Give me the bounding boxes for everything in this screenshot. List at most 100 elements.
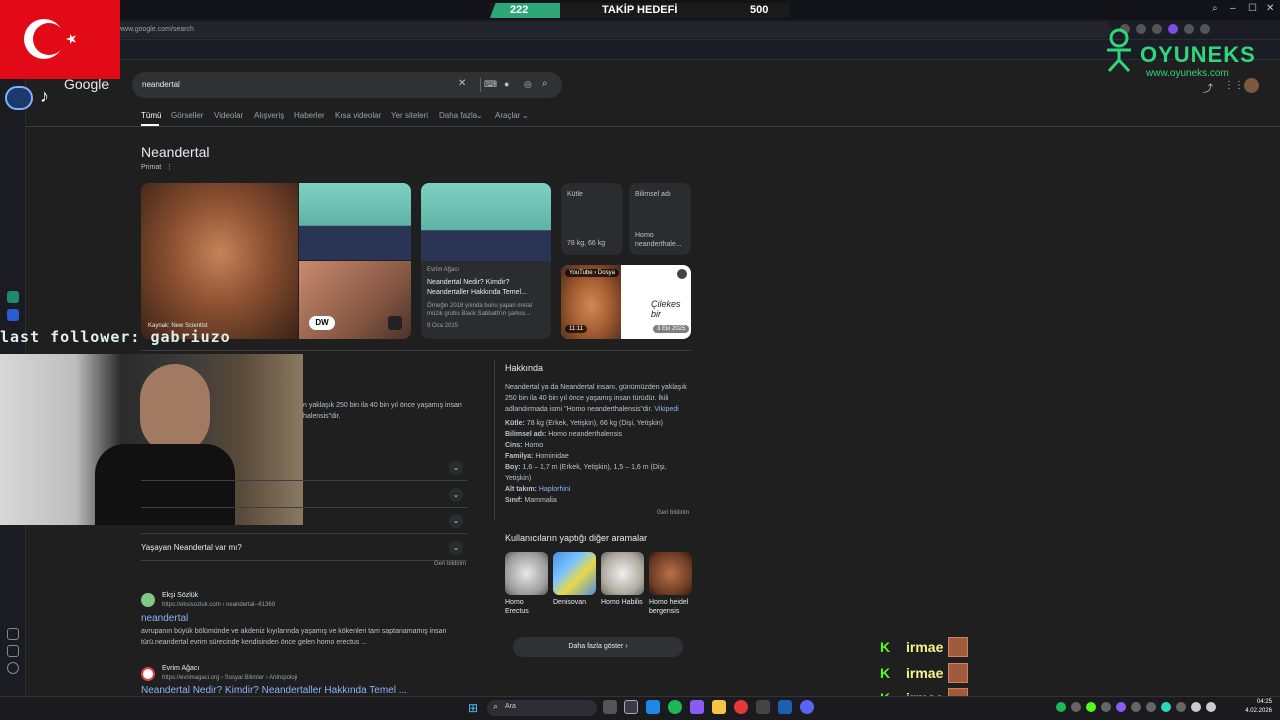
related-thumb-homo-habilis[interactable] xyxy=(601,552,644,595)
app-icon[interactable] xyxy=(756,700,770,714)
google-logo[interactable]: Google xyxy=(64,76,109,92)
tray-icon[interactable] xyxy=(1056,702,1066,712)
media-icon xyxy=(388,316,402,330)
tray-icon[interactable] xyxy=(1101,702,1111,712)
avatar[interactable] xyxy=(1244,78,1259,93)
opera-icon[interactable] xyxy=(734,700,748,714)
minimize-icon[interactable]: – xyxy=(1230,3,1236,14)
search-input[interactable]: neandertal xyxy=(142,80,180,89)
discord-icon[interactable] xyxy=(800,700,814,714)
lens-icon[interactable]: ◎ xyxy=(524,79,532,90)
related-thumb-denisovan[interactable] xyxy=(553,552,596,595)
faq-item[interactable]: ⌄ xyxy=(141,482,467,508)
faq-item[interactable]: ⌄ xyxy=(141,455,467,481)
related-label[interactable]: Homo Habilis xyxy=(601,598,647,607)
wikipedia-link[interactable]: Vikipedi xyxy=(654,406,678,413)
related-thumb-homo-erectus[interactable] xyxy=(505,552,548,595)
heart-icon[interactable] xyxy=(7,628,19,640)
tray-icon[interactable] xyxy=(1161,702,1171,712)
task-view-icon[interactable] xyxy=(603,700,617,714)
neanderthal-face-image[interactable] xyxy=(141,183,298,339)
chevron-down-icon[interactable]: ⌄ xyxy=(449,488,463,502)
maximize-icon[interactable]: ☐ xyxy=(1248,3,1257,14)
tab-more[interactable]: Daha fazla xyxy=(439,111,477,120)
fact-card-mass[interactable]: Kütle 78 kg, 66 kg xyxy=(561,183,623,255)
extension-icon[interactable] xyxy=(1200,24,1210,34)
tray-icon[interactable] xyxy=(1131,702,1141,712)
tab-images[interactable]: Görseller xyxy=(171,111,203,120)
feedback-link[interactable]: Geri bildirim xyxy=(657,510,689,516)
chevron-down-icon[interactable]: ⌄ xyxy=(449,461,463,475)
related-thumb-homo-heidelbergensis[interactable] xyxy=(649,552,692,595)
apps-icon[interactable]: ⋮⋮ xyxy=(1224,80,1244,91)
extension-icon[interactable] xyxy=(1136,24,1146,34)
result-title[interactable]: Neandertal Nedir? Kimdir? Neandertaller … xyxy=(141,685,407,696)
store-icon[interactable] xyxy=(646,700,660,714)
browser-taskbar-icon[interactable] xyxy=(624,700,638,714)
tab-shopping[interactable]: Alışveriş xyxy=(254,111,284,120)
microphone-icon[interactable]: ● xyxy=(504,79,509,89)
search-icon[interactable]: ⌕ xyxy=(542,78,548,89)
search-box[interactable]: neandertal ✕ ⌨ ● ◎ ⌕ xyxy=(132,72,562,98)
result-title[interactable]: neandertal xyxy=(141,613,188,624)
search-icon[interactable]: ⌕ xyxy=(1212,3,1218,14)
profile-icon[interactable] xyxy=(1168,24,1178,34)
video-card[interactable]: YouTube › Dosya Çilekes bir 11:11 3 Eki … xyxy=(561,265,691,339)
tray-icon[interactable] xyxy=(1071,702,1081,712)
article-title[interactable]: Neandertal Nedir? Kimdir? Neandertaller … xyxy=(427,278,545,298)
tray-icon[interactable] xyxy=(1176,702,1186,712)
chevron-down-icon[interactable]: ⌄ xyxy=(449,514,463,528)
result-title-text[interactable]: neandertal xyxy=(141,613,188,624)
neanderthal-model-image[interactable] xyxy=(299,183,411,260)
tab-places[interactable]: Yer siteleri xyxy=(391,111,428,120)
extension-icon[interactable] xyxy=(1152,24,1162,34)
related-label[interactable]: Homo heidelbergensis xyxy=(649,598,691,616)
feedback-link[interactable]: Geri bildirim xyxy=(434,561,466,567)
fact-row: Sınıf: Mammalia xyxy=(505,495,691,506)
edit-icon[interactable] xyxy=(7,645,19,657)
goal-label: TAKİP HEDEFİ xyxy=(602,4,678,16)
result-url[interactable]: https://eksisozluk.com › neandertal--613… xyxy=(162,602,275,608)
tray-icon[interactable] xyxy=(1146,702,1156,712)
result-url[interactable]: https://evrimagaci.org › Sosyal Bilimler… xyxy=(162,675,297,681)
tab-tools[interactable]: Araçlar xyxy=(495,111,520,120)
taskbar-search[interactable]: ⌕ Ara xyxy=(487,700,597,716)
steam-icon[interactable] xyxy=(778,700,792,714)
fact-value[interactable]: Haplorhini xyxy=(539,486,571,493)
related-label[interactable]: Homo Erectus xyxy=(505,598,549,616)
file-explorer-icon[interactable] xyxy=(712,700,726,714)
more-options-icon[interactable]: ⋮ xyxy=(166,163,173,171)
faq-item[interactable]: ⌄ xyxy=(141,508,467,534)
network-icon[interactable] xyxy=(1206,702,1216,712)
tab-short-videos[interactable]: Kısa videolar xyxy=(335,111,381,120)
faq-item[interactable]: Yaşayan Neandertal var mı? ⌄ xyxy=(141,535,467,561)
close-icon[interactable]: ✕ xyxy=(1266,3,1274,14)
spotify-icon[interactable] xyxy=(668,700,682,714)
history-icon[interactable] xyxy=(7,662,19,674)
volume-icon[interactable] xyxy=(1191,702,1201,712)
tray-icon[interactable] xyxy=(1086,702,1096,712)
clock-date[interactable]: 4.02.2026 xyxy=(1236,708,1272,714)
keyboard-icon[interactable]: ⌨ xyxy=(484,79,497,90)
related-label[interactable]: Denisovan xyxy=(553,598,597,607)
share-icon[interactable]: ⤴ xyxy=(1203,80,1213,95)
clear-icon[interactable]: ✕ xyxy=(458,78,466,89)
clock-time[interactable]: 04:25 xyxy=(1248,699,1272,705)
url-field[interactable]: www.google.com/search xyxy=(112,22,1112,38)
chevron-down-icon[interactable]: ⌄ xyxy=(449,541,463,555)
tab-all[interactable]: Tümü xyxy=(141,111,161,120)
extension-icon[interactable] xyxy=(1184,24,1194,34)
fact-key: Sınıf: xyxy=(505,497,523,504)
messenger-icon[interactable] xyxy=(7,309,19,321)
windows-start-icon[interactable]: ⊞ xyxy=(468,701,478,715)
tray-icon[interactable] xyxy=(1116,702,1126,712)
result-title-text[interactable]: Neandertal Nedir? Kimdir? Neandertaller … xyxy=(141,685,407,696)
close-icon[interactable] xyxy=(677,269,687,279)
article-card[interactable]: Evrim Ağacı Neandertal Nedir? Kimdir? Ne… xyxy=(421,183,551,339)
sidebar-app-icon[interactable] xyxy=(7,291,19,303)
fact-card-scientific-name[interactable]: Bilimsel adı Homo neanderthale... xyxy=(629,183,691,255)
tab-news[interactable]: Haberler xyxy=(294,111,325,120)
copilot-icon[interactable] xyxy=(690,700,704,714)
show-more-button[interactable]: Daha fazla göster › xyxy=(513,637,683,657)
tab-videos[interactable]: Videolar xyxy=(214,111,243,120)
